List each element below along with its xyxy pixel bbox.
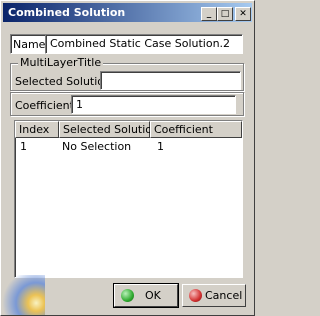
name-input-value: Combined Static Case Solution.2 bbox=[50, 37, 231, 50]
column-header-coefficient-label: Coefficient bbox=[154, 123, 213, 136]
cancel-label: Cancel bbox=[205, 289, 243, 302]
minimize-button[interactable]: _ bbox=[201, 7, 217, 21]
maximize-button[interactable]: □ bbox=[217, 7, 233, 21]
coefficient-value: 1 bbox=[76, 98, 83, 111]
table-row[interactable]: 1 No Selection 1 bbox=[15, 139, 242, 154]
multilayer-title: MultiLayerTitle bbox=[18, 56, 104, 69]
ok-label: OK bbox=[145, 289, 161, 302]
title-bar[interactable]: Combined Solution _ □ ✕ bbox=[3, 3, 252, 22]
window-title: Combined Solution bbox=[8, 6, 126, 19]
row-index: 1 bbox=[20, 140, 27, 153]
column-header-selected-solution-label: Selected Solution bbox=[63, 123, 159, 136]
ok-icon bbox=[121, 289, 134, 302]
column-header-coefficient[interactable]: Coefficient bbox=[150, 121, 242, 138]
cancel-icon bbox=[189, 289, 202, 302]
coefficient-input[interactable]: 1 bbox=[71, 95, 236, 114]
name-label: Name bbox=[13, 38, 46, 51]
row-coefficient: 1 bbox=[157, 140, 164, 153]
column-header-selected-solution[interactable]: Selected Solution bbox=[59, 121, 159, 138]
cancel-button[interactable]: Cancel bbox=[182, 284, 246, 307]
selected-solution-label: Selected Solution bbox=[15, 75, 111, 88]
name-input[interactable]: Combined Static Case Solution.2 bbox=[45, 34, 243, 54]
close-icon: ✕ bbox=[239, 9, 247, 19]
combined-solution-dialog: Combined Solution _ □ ✕ Name Combined St… bbox=[0, 0, 255, 316]
ok-button[interactable]: OK bbox=[113, 283, 179, 308]
selected-solution-input[interactable] bbox=[100, 71, 241, 90]
column-header-index-label: Index bbox=[19, 123, 50, 136]
column-header-index[interactable]: Index bbox=[15, 121, 59, 138]
catia-emblem-icon bbox=[1, 275, 45, 315]
row-selected-solution: No Selection bbox=[62, 140, 132, 153]
close-button[interactable]: ✕ bbox=[235, 7, 251, 21]
coefficient-label: Coefficient bbox=[15, 99, 74, 112]
maximize-icon: □ bbox=[220, 9, 230, 19]
solutions-table: Index Selected Solution Coefficient 1 No… bbox=[14, 120, 243, 278]
minimize-icon: _ bbox=[206, 9, 212, 19]
